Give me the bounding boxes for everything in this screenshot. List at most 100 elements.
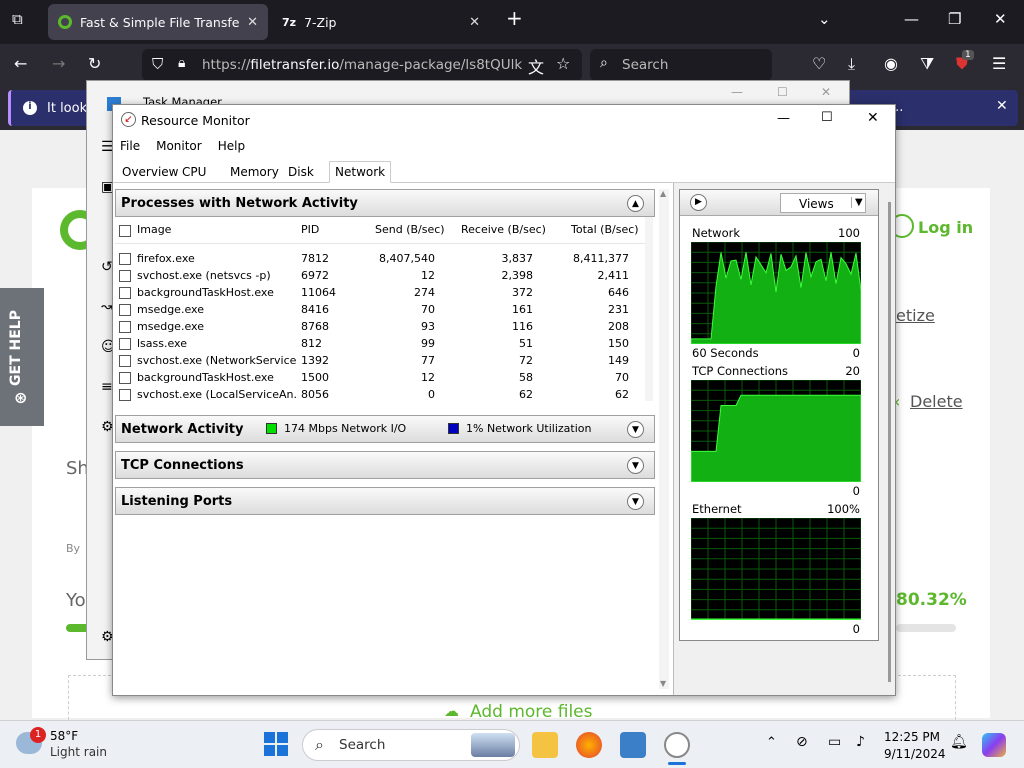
row-checkbox[interactable] xyxy=(119,372,131,384)
rm-close-icon[interactable]: ✕ xyxy=(867,110,879,126)
copilot-icon[interactable] xyxy=(982,733,1006,757)
forward-icon[interactable]: → xyxy=(52,54,65,73)
tab-disk[interactable]: Disk xyxy=(283,161,319,183)
table-row[interactable]: msedge.exe 8416 70 161 231 xyxy=(115,302,645,319)
new-tab-icon[interactable]: + xyxy=(506,6,523,30)
process-table-scrollbar[interactable] xyxy=(645,217,653,401)
tm-close-icon[interactable]: ✕ xyxy=(821,85,831,99)
tab-memory[interactable]: Memory xyxy=(225,161,284,183)
rename-link[interactable]: etize xyxy=(896,306,935,325)
menu-file[interactable]: File xyxy=(120,139,140,153)
firefox-icon[interactable] xyxy=(576,732,602,758)
task-manager-taskbar-icon[interactable] xyxy=(620,732,646,758)
expand-chevron-down-icon[interactable]: ▼ xyxy=(627,457,644,474)
delete-link[interactable]: Delete xyxy=(910,392,963,411)
table-row[interactable]: lsass.exe 812 99 51 150 xyxy=(115,336,645,353)
tab-7zip[interactable]: 7z 7-Zip ✕ xyxy=(272,4,490,40)
network-disconnected-icon[interactable]: ⊘ xyxy=(796,734,808,750)
scroll-up-icon[interactable]: ▲ xyxy=(660,189,666,198)
bookmark-star-icon[interactable]: ☆ xyxy=(556,54,570,73)
close-notification-icon[interactable]: ✕ xyxy=(996,98,1008,114)
pocket-icon[interactable]: ♡ xyxy=(812,54,826,73)
file-explorer-icon[interactable] xyxy=(532,732,558,758)
tab-overview[interactable]: Overview xyxy=(117,161,184,183)
shield-icon[interactable]: ⛉ xyxy=(152,55,163,73)
login-link[interactable]: Log in xyxy=(918,218,973,237)
tm-details-icon[interactable]: ≡ xyxy=(101,379,113,395)
extensions-icon[interactable]: ⧩ xyxy=(920,54,934,74)
display-icon[interactable]: ▭ xyxy=(828,734,841,750)
col-pid[interactable]: PID xyxy=(301,223,319,236)
account-icon[interactable]: ◉ xyxy=(884,54,898,73)
download-icon[interactable]: ⤓ xyxy=(848,54,855,74)
table-row[interactable]: backgroundTaskHost.exe 11064 274 372 646 xyxy=(115,285,645,302)
listening-ports-header[interactable]: Listening Ports ▼ xyxy=(115,487,655,515)
network-activity-header[interactable]: Network Activity 174 Mbps Network I/O 1%… xyxy=(115,415,655,443)
views-dropdown[interactable]: Views ▼ xyxy=(780,193,866,213)
tm-maximize-icon[interactable]: ☐ xyxy=(777,85,788,99)
start-windows-icon[interactable] xyxy=(264,732,288,756)
clock-date[interactable]: 9/11/2024 xyxy=(884,747,946,761)
table-row[interactable]: backgroundTaskHost.exe 1500 12 58 70 xyxy=(115,370,645,387)
expand-chevron-down-icon[interactable]: ▼ xyxy=(627,493,644,510)
weather-desc[interactable]: Light rain xyxy=(50,745,107,759)
collapse-chevron-up-icon[interactable]: ▲ xyxy=(627,195,644,212)
reload-icon[interactable]: ↻ xyxy=(88,54,101,73)
maximize-window-icon[interactable]: ❐ xyxy=(948,10,961,28)
back-icon[interactable]: ← xyxy=(14,54,27,73)
col-receive[interactable]: Receive (B/sec) xyxy=(461,223,546,236)
tab-network[interactable]: Network xyxy=(329,161,392,183)
translate-icon[interactable]: 文 xyxy=(528,54,544,78)
left-pane-scrollbar[interactable]: ▲ ▼ xyxy=(659,189,669,689)
minimize-window-icon[interactable]: — xyxy=(904,10,919,28)
close-tab-icon[interactable]: ✕ xyxy=(247,15,258,30)
taskbar-search-input[interactable]: ⌕ Search xyxy=(302,729,520,761)
processes-section-header[interactable]: Processes with Network Activity ▲ xyxy=(115,189,655,217)
row-checkbox[interactable] xyxy=(119,389,131,401)
table-row[interactable]: svchost.exe (netsvcs -p) 6972 12 2,398 2,411 xyxy=(115,268,645,285)
close-tab-icon[interactable]: ✕ xyxy=(469,15,480,30)
rm-maximize-icon[interactable]: ☐ xyxy=(821,110,833,125)
graphs-scrollbar[interactable] xyxy=(888,202,891,682)
expand-chevron-down-icon[interactable]: ▼ xyxy=(627,421,644,438)
get-help-tab[interactable]: GET HELP ⊛ xyxy=(0,288,44,426)
tcp-connections-header[interactable]: TCP Connections ▼ xyxy=(115,451,655,479)
add-more-files-button[interactable]: Add more files xyxy=(470,702,593,722)
tab-overview-icon[interactable]: ⧉ xyxy=(12,10,23,28)
rm-title-bar[interactable]: ↙ Resource Monitor — ☐ ✕ xyxy=(113,105,895,135)
tab-list-chevron-icon[interactable]: ⌄ xyxy=(818,10,831,28)
tm-history-icon[interactable]: ↺ xyxy=(101,259,113,275)
menu-help[interactable]: Help xyxy=(218,139,245,153)
notification-bell-icon[interactable]: 🔔︎ xyxy=(950,734,968,750)
menu-monitor[interactable]: Monitor xyxy=(156,139,202,153)
tm-minimize-icon[interactable]: — xyxy=(731,85,743,99)
show-hidden-icons-chevron-icon[interactable]: ⌃ xyxy=(766,735,777,750)
rm-minimize-icon[interactable]: — xyxy=(777,111,790,126)
col-image[interactable]: Image xyxy=(137,223,171,236)
table-row[interactable]: svchost.exe (LocalServiceAn... 8056 0 62 62 xyxy=(115,387,645,401)
lock-icon[interactable]: 🔒︎ xyxy=(178,55,185,71)
row-checkbox[interactable] xyxy=(119,287,131,299)
tm-startup-icon[interactable]: ↝ xyxy=(101,299,113,315)
tab-cpu[interactable]: CPU xyxy=(177,161,211,183)
collapse-graphs-chevron-icon[interactable]: ▶ xyxy=(690,194,707,211)
clock-time[interactable]: 12:25 PM xyxy=(884,730,940,744)
pane-splitter[interactable] xyxy=(673,183,674,695)
col-send[interactable]: Send (B/sec) xyxy=(375,223,445,236)
row-checkbox[interactable] xyxy=(119,355,131,367)
tab-filetransfer[interactable]: Fast & Simple File Transfers - Fi ✕ xyxy=(48,4,268,40)
row-checkbox[interactable] xyxy=(119,304,131,316)
select-all-checkbox[interactable] xyxy=(119,225,131,237)
browser-search-input[interactable]: ⌕ Search xyxy=(590,49,772,81)
row-checkbox[interactable] xyxy=(119,338,131,350)
weather-temp[interactable]: 58°F xyxy=(50,729,78,743)
table-row[interactable]: firefox.exe 7812 8,407,540 3,837 8,411,377 xyxy=(115,251,645,268)
url-bar[interactable]: ⛉ 🔒︎ https://filetransfer.io/manage-pack… xyxy=(142,49,582,81)
col-total[interactable]: Total (B/sec) xyxy=(571,223,639,236)
row-checkbox[interactable] xyxy=(119,270,131,282)
volume-icon[interactable]: ♪ xyxy=(856,734,865,750)
table-row[interactable]: msedge.exe 8768 93 116 208 xyxy=(115,319,645,336)
menu-icon[interactable]: ☰ xyxy=(992,54,1006,73)
close-window-icon[interactable]: ✕ xyxy=(994,10,1007,28)
row-checkbox[interactable] xyxy=(119,253,131,265)
